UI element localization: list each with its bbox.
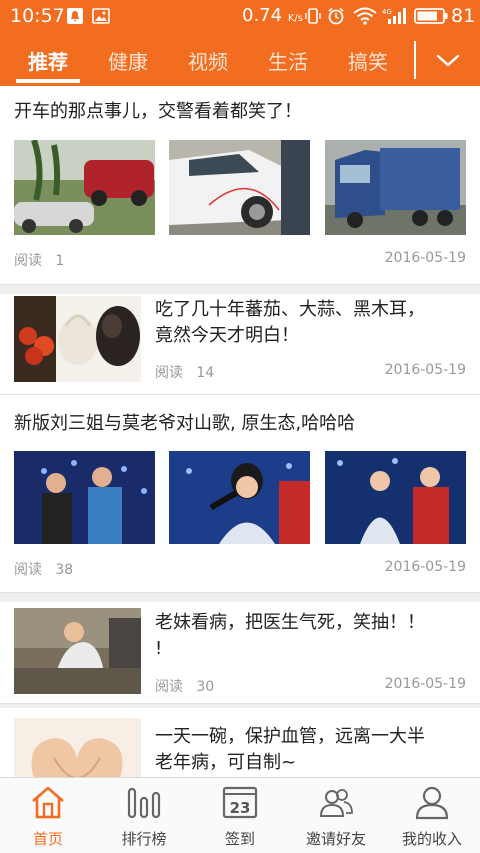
article-card[interactable]: 老妹看病，把医生气死，笑抽！！ ! 阅读 30 2016-05-19 xyxy=(0,602,480,704)
calendar-icon: 23 xyxy=(222,786,258,819)
article-image[interactable] xyxy=(325,140,466,235)
vibrate-icon xyxy=(305,8,321,24)
article-title-line2[interactable]: 竟然今天才明白！ xyxy=(155,323,299,349)
article-card[interactable]: 开车的那点事儿，交警看着都笑了！ 阅读 1 2016-05-19 xyxy=(0,86,480,285)
publish-date: 2016-05-19 xyxy=(384,559,466,575)
nav-ranking[interactable]: 排行榜 xyxy=(96,778,192,853)
nav-home[interactable]: 首页 xyxy=(0,778,96,853)
article-title[interactable]: 新版刘三姐与莫老爷对山歌, 原生态,哈哈哈 xyxy=(14,411,355,437)
article-image[interactable] xyxy=(325,451,466,544)
chevron-down-icon[interactable] xyxy=(428,44,468,76)
read-count: 阅读 14 xyxy=(155,365,215,381)
article-title[interactable]: 开车的那点事儿，交警看着都笑了！ xyxy=(14,99,302,125)
battery-level: 81 xyxy=(451,5,476,27)
tab-recommend[interactable]: 推荐 xyxy=(18,46,78,75)
tab-funny[interactable]: 搞笑 xyxy=(338,46,398,75)
active-tab-indicator xyxy=(16,79,80,83)
publish-date: 2016-05-19 xyxy=(384,250,466,266)
nav-label: 邀请好友 xyxy=(305,830,366,848)
article-title-line2[interactable]: ! xyxy=(155,636,162,662)
tab-health[interactable]: 健康 xyxy=(98,46,158,75)
signal-4g-icon: 4G xyxy=(382,8,406,24)
article-image[interactable] xyxy=(14,296,141,382)
article-image[interactable] xyxy=(14,608,141,694)
battery-icon xyxy=(414,8,448,24)
tab-life[interactable]: 生活 xyxy=(258,46,318,75)
home-icon xyxy=(32,786,64,819)
nav-checkin[interactable]: 23 签到 xyxy=(192,778,288,853)
publish-date: 2016-05-19 xyxy=(384,676,466,692)
category-tab-bar: 推荐 健康 视频 生活 搞笑 xyxy=(0,34,480,86)
notification-icon xyxy=(67,8,83,24)
tab-divider xyxy=(414,41,416,79)
ranking-icon xyxy=(127,787,161,819)
nav-my-income[interactable]: 我的收入 xyxy=(384,778,480,853)
article-feed[interactable]: 开车的那点事儿，交警看着都笑了！ 阅读 1 2016-05-19 吃了几十年蕃茄… xyxy=(0,86,480,777)
read-count: 阅读 38 xyxy=(14,562,74,578)
wifi-icon xyxy=(353,7,377,25)
nav-label: 排行榜 xyxy=(121,830,167,848)
status-bar: 10:57 0.74 K/s 4G 81 xyxy=(0,0,480,34)
nav-label: 签到 xyxy=(224,830,255,848)
read-count: 阅读 1 xyxy=(14,253,65,269)
separator xyxy=(0,285,480,294)
alarm-icon xyxy=(328,7,344,25)
separator xyxy=(0,593,480,602)
status-time: 10:57 xyxy=(10,5,65,27)
article-image[interactable] xyxy=(169,140,310,235)
article-image[interactable] xyxy=(14,451,155,544)
profile-icon xyxy=(415,786,449,820)
article-card[interactable]: 新版刘三姐与莫老爷对山歌, 原生态,哈哈哈 阅读 38 2016-05-19 xyxy=(0,395,480,593)
article-image[interactable] xyxy=(169,451,310,544)
article-card[interactable]: 一天一碗，保护血管，远离一大半 老年病，可自制~ xyxy=(0,708,480,777)
article-card[interactable]: 吃了几十年蕃茄、大蒜、黑木耳， 竟然今天才明白！ 阅读 14 2016-05-1… xyxy=(0,294,480,395)
article-image[interactable] xyxy=(14,718,141,777)
invite-friends-icon xyxy=(319,789,353,817)
publish-date: 2016-05-19 xyxy=(384,362,466,378)
svg-text:4G: 4G xyxy=(382,8,392,16)
tab-video[interactable]: 视频 xyxy=(178,46,238,75)
article-title-line2[interactable]: 老年病，可自制~ xyxy=(155,750,296,776)
article-title[interactable]: 老妹看病，把医生气死，笑抽！！ xyxy=(155,610,425,636)
article-image[interactable] xyxy=(14,140,155,235)
calendar-day: 23 xyxy=(230,799,251,817)
nav-invite-friends[interactable]: 邀请好友 xyxy=(288,778,384,853)
nav-label: 我的收入 xyxy=(401,830,462,848)
nav-label: 首页 xyxy=(32,830,63,848)
bottom-navigation: 首页 排行榜 23 签到 邀请好友 我的收入 xyxy=(0,777,480,853)
article-title[interactable]: 吃了几十年蕃茄、大蒜、黑木耳， xyxy=(155,297,425,323)
read-count: 阅读 30 xyxy=(155,679,215,695)
image-icon xyxy=(92,8,110,24)
article-title[interactable]: 一天一碗，保护血管，远离一大半 xyxy=(155,724,425,750)
net-speed: 0.74 K/s xyxy=(242,5,303,26)
